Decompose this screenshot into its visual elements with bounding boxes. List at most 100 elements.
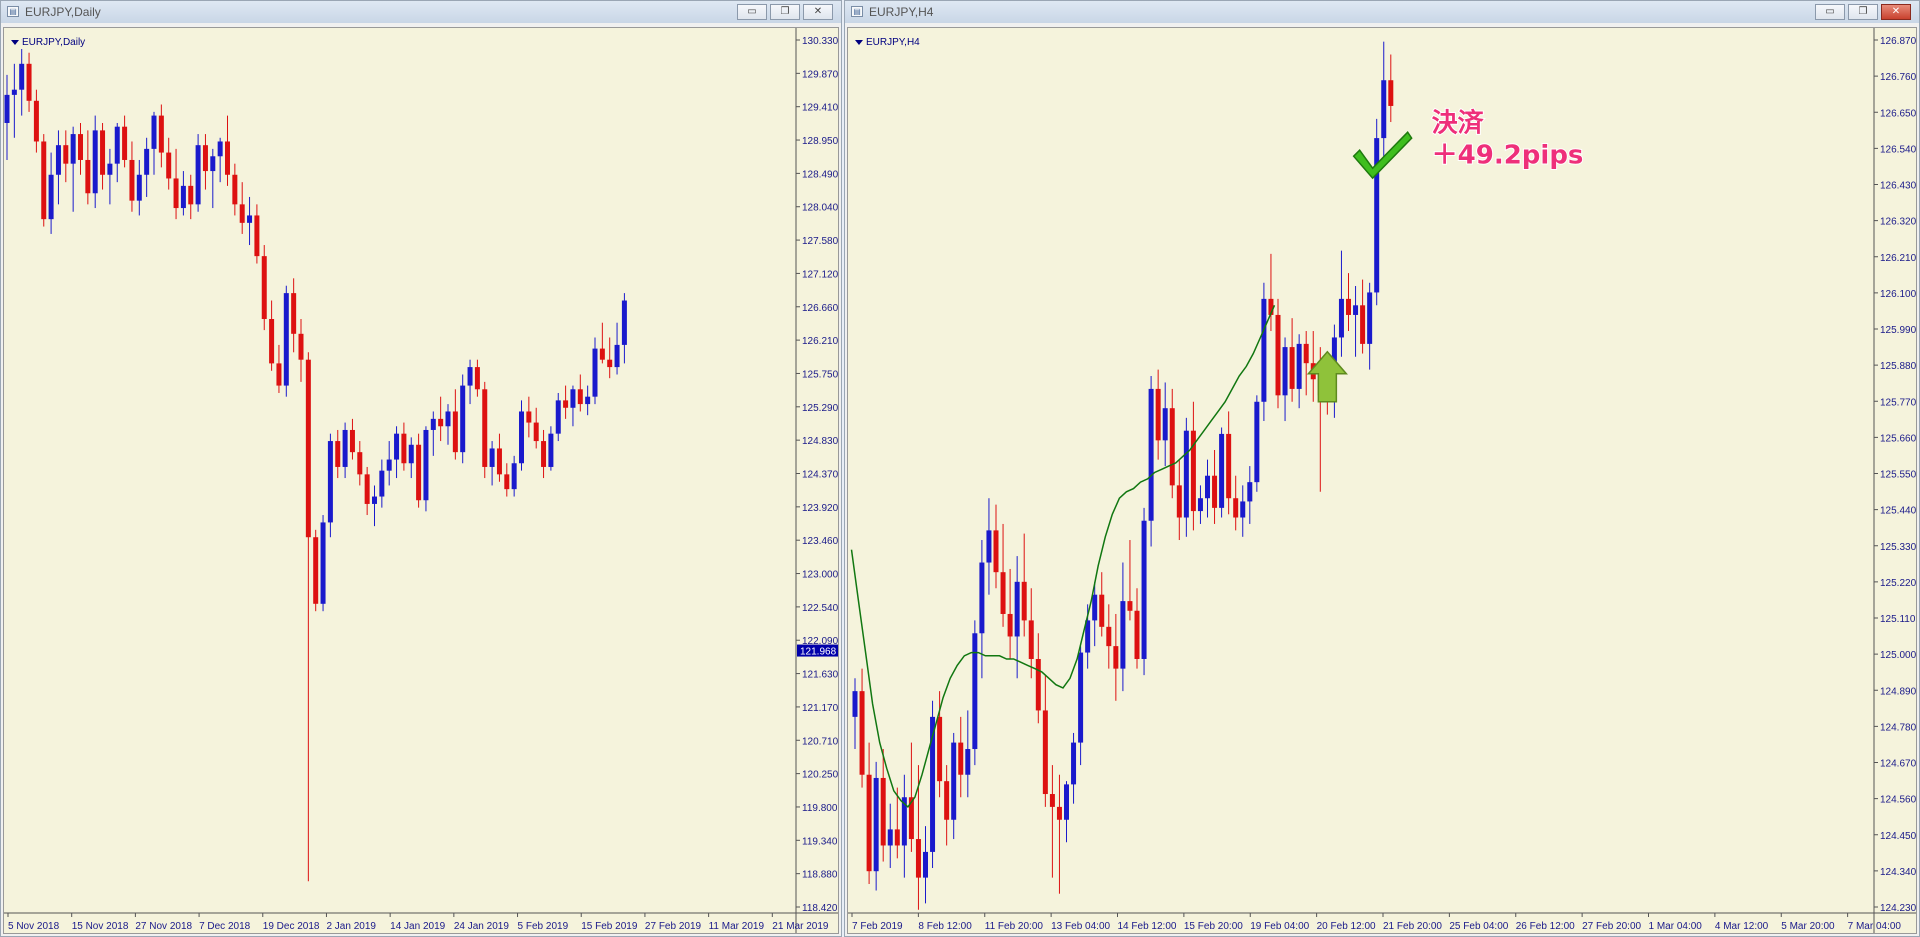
candle-body xyxy=(1275,314,1281,396)
price-tick-label: 126.870 xyxy=(1880,36,1917,47)
h4-window-titlebar[interactable]: ▤ EURJPY,H4 ▭ ❐ ✕ xyxy=(845,1,1919,23)
price-tick-label: 124.780 xyxy=(1880,722,1917,733)
candle-body xyxy=(1254,401,1260,483)
candle-body xyxy=(261,256,267,320)
candle-body xyxy=(979,562,985,634)
candle-body xyxy=(55,145,61,175)
price-tick-label: 120.250 xyxy=(802,770,839,781)
time-tick-label: 8 Feb 12:00 xyxy=(918,921,972,932)
time-tick-label: 13 Feb 04:00 xyxy=(1051,921,1110,932)
candle-body xyxy=(937,716,943,782)
price-tick-label: 126.660 xyxy=(802,303,839,314)
candle-body xyxy=(585,396,591,405)
candle-body xyxy=(1056,806,1062,820)
candle-body xyxy=(1148,388,1154,521)
h4-chart-window[interactable]: ▤ EURJPY,H4 ▭ ❐ ✕ 126.870 126.760 126.650 1… xyxy=(844,0,1920,937)
candle-body xyxy=(107,163,113,175)
price-tick-label: 124.670 xyxy=(1880,759,1917,770)
candle-body xyxy=(1367,292,1373,344)
candle-body xyxy=(1303,343,1309,364)
candle-body xyxy=(570,389,576,408)
close-button[interactable]: ✕ xyxy=(1881,4,1911,20)
candle-body xyxy=(986,530,992,563)
candle-body xyxy=(1289,347,1295,389)
price-tick-label: 124.560 xyxy=(1880,795,1917,806)
price-tick-label: 125.220 xyxy=(1880,578,1917,589)
candle-body xyxy=(1106,626,1112,647)
daily-chart-area[interactable]: 130.330 129.870 129.410 128.950 128.490 128.0… xyxy=(3,27,839,934)
restore-button[interactable]: ❐ xyxy=(1848,4,1878,20)
candle-body xyxy=(519,411,524,464)
price-tick-label: 125.290 xyxy=(802,403,839,414)
price-tick-label: 123.460 xyxy=(802,536,839,547)
candle-body xyxy=(1078,652,1084,743)
candle-body xyxy=(1134,610,1140,659)
candle-body xyxy=(958,742,964,775)
candle-body xyxy=(915,839,921,878)
daily-window-titlebar[interactable]: ▤ EURJPY,Daily ▭ ❐ ✕ xyxy=(1,1,841,23)
price-tick-label: 122.540 xyxy=(802,603,839,614)
candle-body xyxy=(100,130,106,175)
time-tick-label: 15 Nov 2018 xyxy=(72,921,129,932)
candle-body xyxy=(11,89,17,95)
chart-window-icon: ▤ xyxy=(851,6,863,17)
price-tick-label: 123.920 xyxy=(802,503,839,514)
time-tick-label: 7 Mar 04:00 xyxy=(1848,921,1902,932)
daily-chart-window[interactable]: ▤ EURJPY,Daily ▭ ❐ ✕ 130.330 129.870 129.4… xyxy=(0,0,842,937)
candle-body xyxy=(526,411,532,423)
candle-body xyxy=(1162,408,1168,441)
time-tick-label: 11 Mar 2019 xyxy=(709,921,765,932)
price-tick-label: 127.580 xyxy=(802,236,839,247)
candle-body xyxy=(1099,594,1105,627)
price-tick-label: 126.650 xyxy=(1880,108,1917,119)
candle-body xyxy=(357,452,363,475)
candle-body xyxy=(1120,601,1126,669)
candle-body xyxy=(136,174,142,201)
price-tick-label: 118.420 xyxy=(802,903,838,914)
h4-candlestick-chart[interactable]: 126.870 126.760 126.650 126.540 126.430 126.3… xyxy=(848,28,1917,934)
candle-body xyxy=(887,829,893,846)
price-tick-label: 125.550 xyxy=(1880,470,1917,481)
candle-body xyxy=(533,422,539,442)
candle-body xyxy=(372,496,377,504)
candle-body xyxy=(1353,305,1359,315)
minimize-button[interactable]: ▭ xyxy=(737,4,767,20)
close-label: 決済 xyxy=(1432,108,1485,139)
candle-body xyxy=(1169,408,1175,486)
h4-chart-area[interactable]: 126.870 126.760 126.650 126.540 126.430 126.3… xyxy=(847,27,1917,934)
time-tick-label: 14 Feb 12:00 xyxy=(1118,921,1177,932)
candle-body xyxy=(880,777,886,846)
candle-body xyxy=(225,141,230,175)
candle-body xyxy=(202,145,208,172)
price-tick-label: 120.710 xyxy=(802,736,839,747)
price-tick-label: 124.830 xyxy=(802,436,839,447)
candle-body xyxy=(158,115,164,153)
candle-body xyxy=(1113,646,1119,669)
candle-body xyxy=(298,333,304,360)
candle-body xyxy=(972,633,978,750)
candle-body xyxy=(320,522,326,604)
candle-body xyxy=(1183,430,1189,518)
minimize-button[interactable]: ▭ xyxy=(1815,4,1845,20)
candle-body xyxy=(1035,658,1041,711)
candle-body xyxy=(1028,620,1034,659)
candle-body xyxy=(173,178,179,209)
restore-button[interactable]: ❐ xyxy=(770,4,800,20)
candle-body xyxy=(70,134,76,164)
candle-body xyxy=(195,145,201,205)
daily-candlestick-chart[interactable]: 130.330 129.870 129.410 128.950 128.490 128.0… xyxy=(4,28,839,934)
price-tick-label: 121.170 xyxy=(802,703,839,714)
candle-body xyxy=(1346,298,1351,315)
candle-body xyxy=(33,100,39,142)
candle-body xyxy=(577,389,583,405)
candle-body xyxy=(873,777,879,872)
close-button[interactable]: ✕ xyxy=(803,4,833,20)
candle-body xyxy=(1127,601,1133,611)
candle-body xyxy=(1197,498,1203,512)
candle-body xyxy=(511,463,517,490)
current-price-label: 121.968 xyxy=(800,647,837,658)
time-tick-label: 14 Jan 2019 xyxy=(390,921,445,932)
price-tick-label: 124.890 xyxy=(1880,686,1917,697)
price-tick-label: 125.110 xyxy=(1880,614,1916,625)
candle-body xyxy=(541,441,547,467)
